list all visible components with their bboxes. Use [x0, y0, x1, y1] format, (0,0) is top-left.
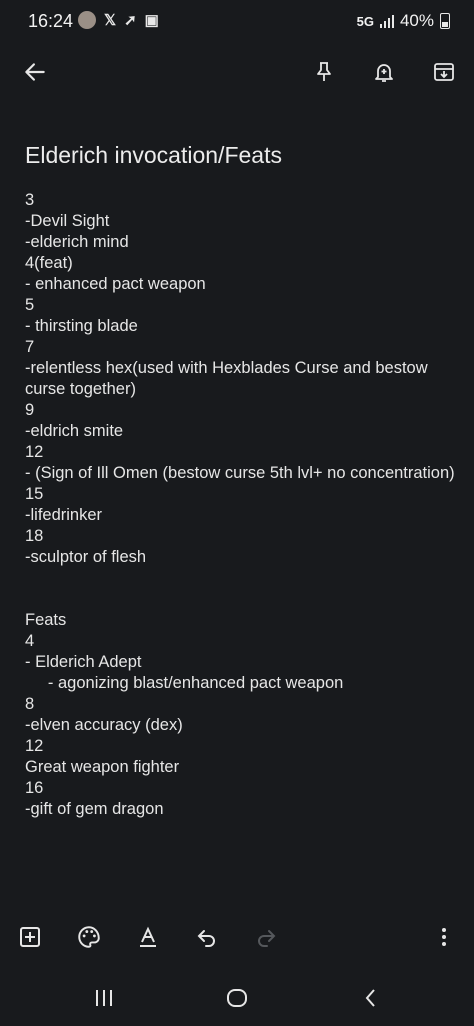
- archive-icon: [434, 63, 454, 81]
- back-button[interactable]: [17, 54, 53, 90]
- recents-icon: [96, 990, 112, 1006]
- text-format-button[interactable]: [131, 920, 165, 954]
- reminder-button[interactable]: [366, 54, 402, 90]
- battery-icon: [440, 13, 450, 29]
- status-bar: 16:24 𝕏 ➚ ▣ 5G 40%: [0, 0, 474, 40]
- note-line: - Elderich Adept: [25, 653, 142, 671]
- image-notification-icon: ▣: [144, 12, 159, 29]
- add-box-icon: [20, 927, 40, 947]
- home-button[interactable]: [215, 981, 259, 1015]
- note-line: -lifedrinker: [25, 506, 103, 524]
- note-line: - enhanced pact weapon: [25, 275, 206, 293]
- note-line: 12: [25, 737, 44, 755]
- note-line: 18: [25, 527, 44, 545]
- add-button[interactable]: [13, 920, 47, 954]
- note-line: 4(feat): [25, 254, 73, 272]
- home-icon: [227, 989, 247, 1007]
- signal-icon: [379, 14, 394, 28]
- note-line: 9: [25, 401, 35, 419]
- status-time: 16:24: [28, 11, 74, 31]
- undo-icon: [197, 930, 215, 947]
- more-vert-icon: [442, 928, 446, 946]
- note-body[interactable]: 3 -Devil Sight -elderich mind 4(feat) - enha…: [25, 190, 455, 820]
- battery-percent: 40%: [399, 11, 434, 30]
- note-line: ​: [25, 568, 455, 589]
- arrow-left-icon: [25, 63, 45, 81]
- editor-toolbar: [0, 918, 474, 958]
- more-options-button[interactable]: [427, 920, 461, 954]
- redo-button[interactable]: [249, 920, 283, 954]
- notification-icons: 𝕏 ➚ ▣: [78, 11, 159, 29]
- network-type: 5G: [356, 13, 374, 29]
- note-line: - (Sign of Ill Omen (bestow curse 5th lv…: [25, 464, 455, 482]
- note-line: -elven accuracy (dex): [25, 716, 183, 734]
- note-line: -sculptor of flesh: [25, 548, 147, 566]
- chevron-left-icon: [365, 989, 375, 1007]
- note-line: Great weapon fighter: [25, 758, 180, 776]
- note-line: 7: [25, 338, 35, 356]
- note-line: -relentless hex(used with Hexblades Curs…: [25, 359, 433, 398]
- note-line: 4: [25, 632, 35, 650]
- note-line: -eldrich smite: [25, 422, 124, 440]
- note-toolbar: [0, 48, 474, 96]
- undo-button[interactable]: [190, 920, 224, 954]
- note-line: ​: [25, 589, 455, 610]
- x-app-icon: 𝕏: [104, 12, 117, 29]
- note-line: - thirsting blade: [25, 317, 138, 335]
- pin-button[interactable]: [306, 54, 342, 90]
- note-line: -Devil Sight: [25, 212, 110, 230]
- note-line: 3: [25, 191, 35, 209]
- archive-button[interactable]: [426, 54, 462, 90]
- palette-icon: [78, 926, 100, 948]
- text-format-icon: [140, 926, 156, 947]
- back-nav-button[interactable]: [349, 981, 393, 1015]
- app-notification-icon: ➚: [124, 12, 137, 29]
- note-line: 12: [25, 443, 44, 461]
- recents-button[interactable]: [82, 981, 126, 1015]
- status-right: 5G 40%: [357, 11, 450, 31]
- palette-button[interactable]: [72, 920, 106, 954]
- note-line: - agonizing blast/enhanced pact weapon: [25, 674, 344, 692]
- note-title[interactable]: Elderich invocation/Feats: [25, 142, 282, 169]
- note-line: 5: [25, 296, 35, 314]
- bell-plus-icon: [375, 64, 393, 82]
- note-line: -gift of gem dragon: [25, 800, 164, 818]
- note-line: Feats: [25, 611, 67, 629]
- note-line: 8: [25, 695, 35, 713]
- note-line: 15: [25, 485, 44, 503]
- redo-icon: [258, 930, 276, 947]
- note-line: -elderich mind: [25, 233, 129, 251]
- system-nav-bar: [0, 975, 474, 1021]
- avatar-notification-icon: [78, 11, 96, 29]
- pin-icon: [317, 62, 331, 81]
- note-line: 16: [25, 779, 44, 797]
